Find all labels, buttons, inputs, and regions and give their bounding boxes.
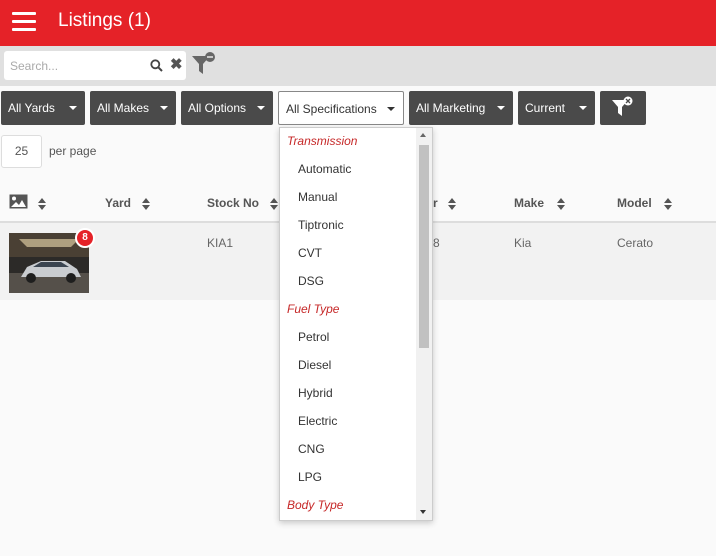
dropdown-item-automatic[interactable]: Automatic <box>298 162 351 176</box>
column-header-model[interactable]: Model <box>617 196 652 210</box>
scroll-up-icon[interactable] <box>420 133 426 137</box>
chevron-down-icon <box>387 107 395 111</box>
filter-makes-button[interactable]: All Makes <box>90 91 176 125</box>
column-header-yard[interactable]: Yard <box>105 196 131 210</box>
filter-status-button[interactable]: Current <box>518 91 595 125</box>
cell-stock-no: KIA1 <box>207 236 234 250</box>
dropdown-item-cvt[interactable]: CVT <box>298 246 322 260</box>
filter-clear-icon <box>612 96 633 116</box>
filter-makes-label: All Makes <box>97 101 150 115</box>
scroll-down-icon[interactable] <box>420 510 426 514</box>
filter-marketing-label: All Marketing <box>416 101 486 115</box>
chevron-down-icon <box>579 106 587 110</box>
specifications-dropdown: Transmission Automatic Manual Tiptronic … <box>279 127 433 521</box>
search-input[interactable] <box>10 56 142 75</box>
app-bar: Listings (1) <box>0 0 716 46</box>
dropdown-item-hybrid[interactable]: Hybrid <box>298 386 333 400</box>
cell-make: Kia <box>514 236 532 250</box>
photo-count-badge: 8 <box>75 228 95 248</box>
dropdown-item-lpg[interactable]: LPG <box>298 470 322 484</box>
column-header-year[interactable]: r <box>433 196 438 210</box>
chevron-down-icon <box>257 106 265 110</box>
page-title: Listings (1) <box>58 10 151 31</box>
search-toolbar: ✖ <box>0 46 716 86</box>
filter-specifications-button[interactable]: All Specifications <box>278 91 404 125</box>
dropdown-group-transmission: Transmission <box>287 134 358 148</box>
image-icon <box>9 194 28 209</box>
chevron-down-icon <box>497 106 505 110</box>
cell-year: 8 <box>433 236 440 250</box>
per-page-select[interactable]: 25 <box>1 135 42 168</box>
sort-icon[interactable] <box>664 198 672 210</box>
sort-icon[interactable] <box>38 198 46 210</box>
filter-yards-label: All Yards <box>8 101 55 115</box>
column-header-make[interactable]: Make <box>514 196 544 210</box>
filter-options-label: All Options <box>188 101 247 115</box>
sort-icon[interactable] <box>448 198 456 210</box>
filter-status-label: Current <box>525 101 566 115</box>
dropdown-scrollbar[interactable] <box>416 128 432 520</box>
dropdown-item-tiptronic[interactable]: Tiptronic <box>298 218 344 232</box>
dropdown-item-cng[interactable]: CNG <box>298 442 325 456</box>
filter-clear-icon[interactable] <box>191 52 217 78</box>
dropdown-item-diesel[interactable]: Diesel <box>298 358 331 372</box>
sort-icon[interactable] <box>142 198 150 210</box>
dropdown-group-fuel-type: Fuel Type <box>287 302 340 316</box>
dropdown-item-manual[interactable]: Manual <box>298 190 337 204</box>
filter-yards-button[interactable]: All Yards <box>1 91 85 125</box>
search-icon[interactable] <box>150 59 163 72</box>
sort-icon[interactable] <box>270 198 278 210</box>
dropdown-group-body-type: Body Type <box>287 498 344 512</box>
filter-specifications-label: All Specifications <box>286 102 377 116</box>
cell-model: Cerato <box>617 236 654 250</box>
filter-marketing-button[interactable]: All Marketing <box>409 91 513 125</box>
column-header-stock-no[interactable]: Stock No <box>207 196 259 210</box>
scrollbar-thumb[interactable] <box>419 145 429 348</box>
filter-options-button[interactable]: All Options <box>181 91 273 125</box>
clear-filters-button[interactable] <box>600 91 646 125</box>
search-box: ✖ <box>4 51 186 80</box>
chevron-down-icon <box>69 106 77 110</box>
dropdown-item-electric[interactable]: Electric <box>298 414 337 428</box>
per-page-label: per page <box>49 144 97 158</box>
close-icon[interactable]: ✖ <box>170 57 184 72</box>
hamburger-menu-icon[interactable] <box>12 12 36 32</box>
chevron-down-icon <box>160 106 168 110</box>
sort-icon[interactable] <box>557 198 565 210</box>
dropdown-item-dsg[interactable]: DSG <box>298 274 324 288</box>
dropdown-item-petrol[interactable]: Petrol <box>298 330 329 344</box>
